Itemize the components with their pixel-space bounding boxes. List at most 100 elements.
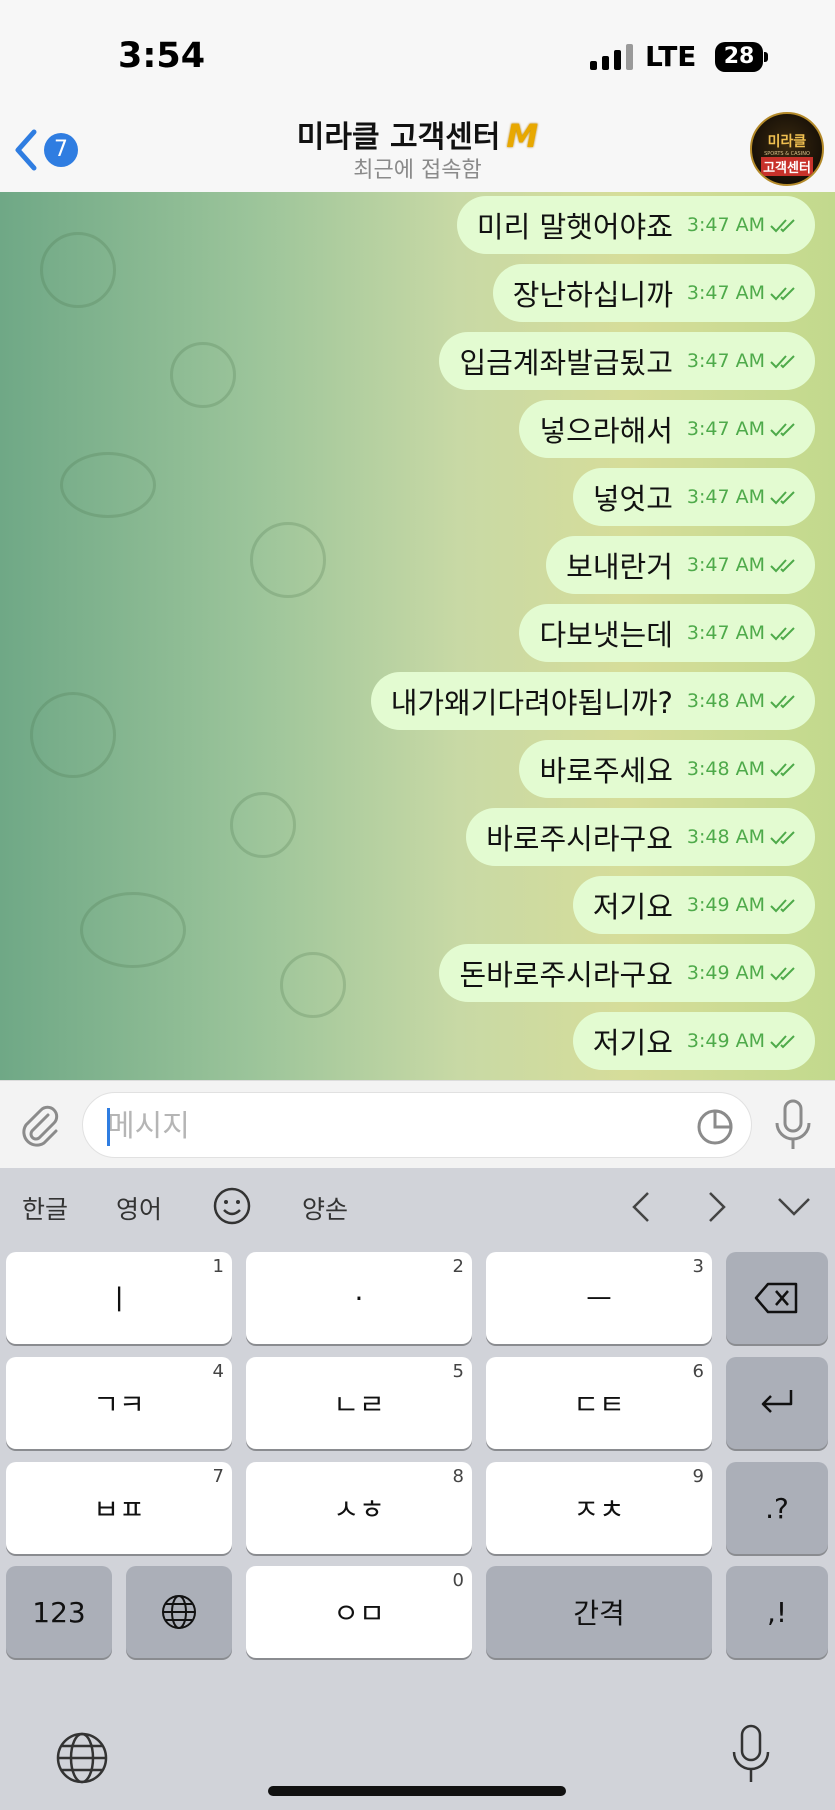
message-bubble[interactable]: 내가왜기다려야됩니까? 3:48 AM: [370, 672, 815, 730]
key-punct-exclaim[interactable]: ,!: [726, 1566, 828, 1658]
read-checkmarks-icon: [770, 1035, 795, 1049]
message-time: 3:49 AM: [686, 1030, 765, 1052]
message-bubble[interactable]: 바로주시라구요 3:48 AM: [466, 808, 815, 866]
key-number: 4: [212, 1361, 224, 1382]
message-bubble[interactable]: 넣으라해서 3:47 AM: [519, 400, 815, 458]
key-number: 3: [692, 1256, 704, 1277]
numbers-button[interactable]: 123: [6, 1566, 112, 1658]
key-number: 2: [452, 1256, 464, 1277]
key-label: ㅣ: [106, 1283, 132, 1316]
return-button[interactable]: [726, 1357, 828, 1449]
message-time: 3:47 AM: [686, 214, 765, 236]
chat-title-text: 미라클 고객센터: [296, 120, 501, 155]
read-checkmarks-icon: [770, 491, 795, 505]
chat-area[interactable]: 미리 말햇어야죠 3:47 AM 장난하십니까 3:47 AM 입금계좌발급됬고 3:47…: [0, 192, 835, 1080]
message-bubble[interactable]: 돈바로주시라구요 3:49 AM: [439, 944, 815, 1002]
wallpaper-doodle: [280, 952, 346, 1018]
message-text: 다보냇는데: [539, 618, 673, 652]
message-meta: 3:47 AM: [687, 282, 797, 304]
read-checkmarks-icon: [770, 287, 795, 301]
message-bubble[interactable]: 저기요 3:49 AM: [572, 876, 815, 934]
message-bubble[interactable]: 장난하십니까 3:47 AM: [492, 264, 815, 322]
wallpaper-doodle: [250, 522, 326, 598]
key-vowel-eu[interactable]: ㅡ 3: [486, 1252, 712, 1344]
key-number: 9: [692, 1466, 704, 1487]
space-button[interactable]: 간격: [486, 1566, 712, 1658]
message-text: 미리 말햇어야죠: [476, 210, 673, 244]
wallpaper-doodle: [30, 692, 116, 778]
message-input[interactable]: [105, 1105, 669, 1147]
key-vowel-i[interactable]: ㅣ 1: [6, 1252, 232, 1344]
message-text: 입금계좌발급됬고: [459, 346, 673, 380]
read-checkmarks-icon: [770, 423, 795, 437]
message-bubble[interactable]: 보내란거 3:47 AM: [546, 536, 815, 594]
message-time: 3:47 AM: [686, 282, 765, 304]
key-number: 8: [452, 1466, 464, 1487]
key-label: ·: [354, 1281, 364, 1315]
key-digeut[interactable]: ㄷㅌ 6: [486, 1357, 712, 1449]
paperclip-icon[interactable]: [16, 1101, 64, 1149]
key-vowel-dot[interactable]: · 2: [246, 1252, 472, 1344]
return-icon: [761, 1390, 793, 1413]
message-time: 3:47 AM: [686, 418, 765, 440]
key-giyeok[interactable]: ㄱㅋ 4: [6, 1357, 232, 1449]
avatar[interactable]: 미라클 SPORTS & CASINO 고객센터: [750, 112, 824, 186]
key-label: ㄴㄹ: [333, 1388, 385, 1421]
dictation-microphone-icon[interactable]: [730, 1724, 772, 1786]
two-hand-mode-button[interactable]: 양손: [302, 1190, 348, 1226]
avatar-logo-text: 미라클: [767, 134, 807, 150]
status-bar: 3:54 LTE 28: [0, 0, 835, 112]
globe-key[interactable]: [126, 1566, 232, 1658]
message-meta: 3:47 AM: [687, 350, 797, 372]
message-field[interactable]: [82, 1092, 752, 1158]
cursor-left-icon[interactable]: [628, 1190, 654, 1224]
message-input-bar: [0, 1080, 835, 1169]
message-time: 3:47 AM: [686, 486, 765, 508]
lang-english-button[interactable]: 영어: [116, 1190, 162, 1226]
message-bubble[interactable]: 미리 말햇어야죠 3:47 AM: [456, 196, 815, 254]
hide-keyboard-icon[interactable]: [776, 1196, 812, 1218]
cursor-right-icon[interactable]: [704, 1190, 730, 1224]
signal-icon: [590, 44, 633, 70]
text-caret: [107, 1108, 110, 1146]
home-indicator: [268, 1786, 566, 1796]
read-checkmarks-icon: [770, 695, 795, 709]
keyboard: 한글 영어 양손 ㅣ 1 · 2 ㅡ 3 ㄱㅋ 4 ㄴㄹ 5 ㄷㅌ 6 ㅂㅍ 7…: [0, 1168, 835, 1810]
key-bieup[interactable]: ㅂㅍ 7: [6, 1462, 232, 1554]
key-nieun[interactable]: ㄴㄹ 5: [246, 1357, 472, 1449]
key-siot[interactable]: ㅅㅎ 8: [246, 1462, 472, 1554]
key-jieut[interactable]: ㅈㅊ 9: [486, 1462, 712, 1554]
key-label: ㅈㅊ: [573, 1493, 625, 1526]
key-number: 7: [212, 1466, 224, 1487]
delete-button[interactable]: [726, 1252, 828, 1344]
title-badge-icon: M: [506, 117, 539, 155]
microphone-icon[interactable]: [772, 1099, 814, 1151]
message-time: 3:48 AM: [686, 690, 765, 712]
read-checkmarks-icon: [770, 559, 795, 573]
read-checkmarks-icon: [770, 355, 795, 369]
message-meta: 3:47 AM: [687, 554, 797, 576]
key-number: 0: [452, 1570, 464, 1591]
wallpaper-doodle: [80, 892, 186, 968]
keyboard-toolbar: 한글 영어 양손: [0, 1168, 835, 1244]
emoji-icon[interactable]: [212, 1186, 252, 1226]
chat-title[interactable]: 미라클 고객센터 M: [0, 112, 835, 156]
message-bubble[interactable]: 바로주세요 3:48 AM: [519, 740, 815, 798]
key-punct-question[interactable]: .?: [726, 1462, 828, 1554]
sticker-icon[interactable]: [695, 1107, 735, 1147]
lang-korean-button[interactable]: 한글: [22, 1190, 68, 1226]
message-text: 바로주시라구요: [486, 822, 673, 856]
key-label: ㅂㅍ: [93, 1493, 145, 1526]
globe-icon[interactable]: [54, 1730, 110, 1786]
message-text: 저기요: [592, 890, 673, 924]
message-bubble[interactable]: 넣엇고 3:47 AM: [572, 468, 815, 526]
key-label: ㅇㅁ: [333, 1597, 385, 1630]
message-text: 보내란거: [566, 550, 673, 584]
message-meta: 3:48 AM: [687, 758, 797, 780]
key-number: 1: [212, 1256, 224, 1277]
message-bubble[interactable]: 입금계좌발급됬고 3:47 AM: [439, 332, 815, 390]
key-ieung[interactable]: ㅇㅁ 0: [246, 1566, 472, 1658]
message-bubble[interactable]: 다보냇는데 3:47 AM: [519, 604, 815, 662]
message-bubble[interactable]: 저기요 3:49 AM: [572, 1012, 815, 1070]
key-label: 123: [32, 1595, 86, 1629]
